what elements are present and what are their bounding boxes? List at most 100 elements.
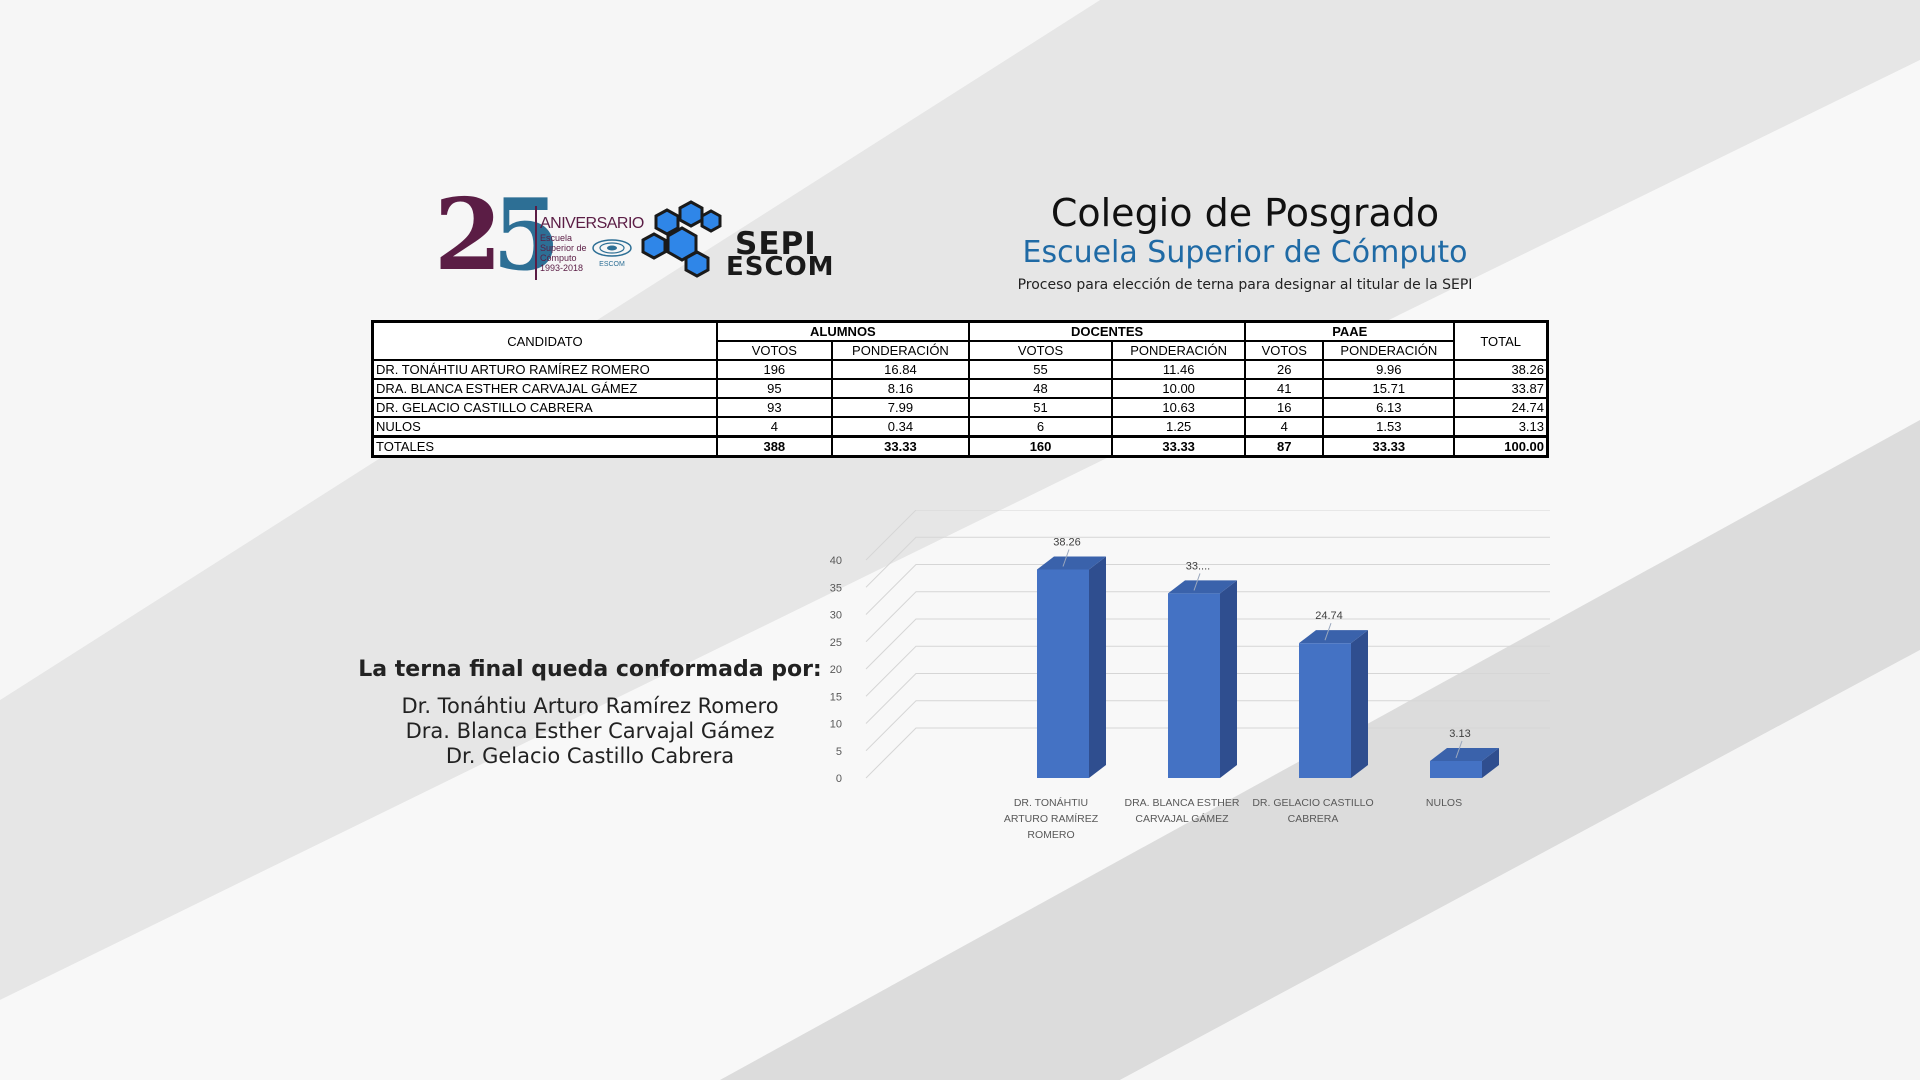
- cell-value: 87: [1244, 435, 1325, 458]
- escom-emblem-icon: ESCOM: [592, 239, 632, 268]
- terna-name: Dra. Blanca Esther Carvajal Gámez: [405, 719, 775, 743]
- terna-name: Dr. Gelacio Castillo Cabrera: [445, 744, 735, 768]
- cell-value: 41: [1244, 378, 1325, 399]
- data-label: 24.74: [1315, 610, 1343, 622]
- cell-total: 33.87: [1453, 378, 1549, 399]
- aniversario-logo: 25 ANIVERSARIO Escuela Superior de Cómpu…: [434, 178, 644, 293]
- col-group-paae: PAAE: [1244, 320, 1456, 342]
- x-tick-label: CABRERA: [1288, 813, 1339, 825]
- cell-value: 8.16: [830, 378, 970, 399]
- cell-value: 10.00: [1111, 378, 1247, 399]
- cell-value: 388: [715, 435, 833, 458]
- x-tick-label: NULOS: [1426, 797, 1462, 809]
- cell-value: 33.33: [830, 435, 970, 458]
- y-tick-label: 30: [830, 610, 842, 622]
- results-table: CANDIDATO ALUMNOS DOCENTES PAAE TOTAL VO…: [371, 320, 1549, 458]
- cell-value: 11.46: [1111, 359, 1247, 380]
- cell-value: 16: [1244, 397, 1325, 418]
- x-tick-label: DR. GELACIO CASTILLO: [1252, 797, 1373, 809]
- terna-heading: La terna final queda conformada por:: [358, 657, 822, 682]
- title-block: Colegio de Posgrado Escuela Superior de …: [940, 190, 1550, 296]
- cell-value: 48: [967, 378, 1114, 399]
- y-tick-label: 20: [830, 664, 842, 676]
- bar: [1168, 593, 1220, 778]
- cell-value: 196: [715, 359, 833, 380]
- y-tick-label: 25: [830, 637, 842, 649]
- cell-value: 6: [967, 416, 1114, 438]
- col-group-docentes: DOCENTES: [967, 320, 1247, 342]
- bar: [1430, 760, 1482, 778]
- col-group-alumnos: ALUMNOS: [715, 320, 970, 342]
- cell-name: TOTALES: [371, 435, 718, 458]
- terna-name: Dr. Tonáhtiu Arturo Ramírez Romero: [401, 694, 779, 718]
- cell-name: DR. GELACIO CASTILLO CABRERA: [371, 397, 718, 418]
- x-tick-label: CARVAJAL GÁMEZ: [1135, 812, 1229, 825]
- cell-value: 51: [967, 397, 1114, 418]
- table-row: DRA. BLANCA ESTHER CARVAJAL GÁMEZ 95 8.1…: [371, 378, 1549, 399]
- cell-total: 38.26: [1453, 359, 1549, 380]
- sub-votos: VOTOS: [715, 340, 833, 361]
- logo-number: 25: [434, 178, 560, 293]
- sub-votos: VOTOS: [1244, 340, 1325, 361]
- page-title: Colegio de Posgrado: [1050, 191, 1440, 235]
- y-tick-label: 10: [830, 719, 842, 731]
- data-label: 38.26: [1053, 536, 1081, 548]
- col-total: TOTAL: [1453, 320, 1549, 361]
- x-tick-label: DRA. BLANCA ESTHER: [1125, 797, 1240, 809]
- escom-wordmark: ESCOM: [726, 252, 835, 282]
- y-tick-label: 5: [836, 746, 842, 758]
- table-header-row: CANDIDATO ALUMNOS DOCENTES PAAE TOTAL: [371, 320, 1549, 361]
- cell-total: 3.13: [1453, 416, 1549, 438]
- cell-value: 7.99: [830, 397, 970, 418]
- terna-block: La terna final queda conformada por: Dr.…: [340, 654, 840, 769]
- gridline: [865, 510, 1550, 561]
- bar: [1037, 569, 1089, 778]
- table-totals-row: TOTALES 388 33.33 160 33.33 87 33.33 100…: [371, 435, 1549, 458]
- bar-side: [1220, 580, 1237, 778]
- y-tick-label: 40: [830, 555, 842, 567]
- y-tick-label: 15: [830, 691, 842, 703]
- cell-value: 4: [1244, 416, 1325, 438]
- data-label: 33....: [1186, 560, 1210, 572]
- cell-total: 24.74: [1453, 397, 1549, 418]
- svg-text:ESCOM: ESCOM: [599, 261, 625, 268]
- bar-side: [1351, 630, 1368, 778]
- logo-divider: [535, 206, 537, 280]
- cell-value: 10.63: [1111, 397, 1247, 418]
- table-row: DR. TONÁHTIU ARTURO RAMÍREZ ROMERO 196 1…: [371, 359, 1549, 380]
- cell-value: 16.84: [830, 359, 970, 380]
- sub-ponderacion: PONDERACIÓN: [1322, 340, 1456, 361]
- table-row: DR. GELACIO CASTILLO CABRERA 93 7.99 51 …: [371, 397, 1549, 418]
- cell-value: 33.33: [1111, 435, 1247, 458]
- y-tick-label: 35: [830, 582, 842, 594]
- cell-value: 6.13: [1322, 397, 1456, 418]
- cell-value: 1.25: [1111, 416, 1247, 438]
- sub-votos: VOTOS: [967, 340, 1114, 361]
- sub-ponderacion: PONDERACIÓN: [1111, 340, 1247, 361]
- cell-value: 95: [715, 378, 833, 399]
- sepi-escom-logo: SEPI ESCOM: [640, 200, 860, 290]
- cell-name: DRA. BLANCA ESTHER CARVAJAL GÁMEZ: [371, 378, 718, 399]
- results-table-wrapper: CANDIDATO ALUMNOS DOCENTES PAAE TOTAL VO…: [371, 320, 1549, 458]
- sub-ponderacion: PONDERACIÓN: [830, 340, 970, 361]
- cell-value: 160: [967, 435, 1114, 458]
- cell-value: 0.34: [830, 416, 970, 438]
- cell-name: DR. TONÁHTIU ARTURO RAMÍREZ ROMERO: [371, 359, 718, 380]
- table-row: NULOS 4 0.34 6 1.25 4 1.53 3.13: [371, 416, 1549, 438]
- data-label: 3.13: [1449, 728, 1470, 740]
- bar: [1299, 643, 1351, 778]
- cell-value: 1.53: [1322, 416, 1456, 438]
- x-tick-label: DR. TONÁHTIU: [1014, 796, 1088, 809]
- col-candidate: CANDIDATO: [371, 320, 718, 361]
- cell-value: 33.33: [1322, 435, 1456, 458]
- cell-value: 55: [967, 359, 1114, 380]
- page-caption: Proceso para elección de terna para desi…: [1017, 277, 1473, 293]
- terna-names: Dr. Tonáhtiu Arturo Ramírez Romero Dra. …: [340, 694, 840, 769]
- bar-side: [1089, 556, 1106, 778]
- cell-total: 100.00: [1453, 435, 1549, 458]
- x-tick-label: ROMERO: [1027, 829, 1074, 841]
- page-subtitle: Escuela Superior de Cómputo: [1022, 235, 1468, 270]
- cell-value: 9.96: [1322, 359, 1456, 380]
- cell-value: 15.71: [1322, 378, 1456, 399]
- logo-aniversario-label: ANIVERSARIO: [540, 215, 644, 232]
